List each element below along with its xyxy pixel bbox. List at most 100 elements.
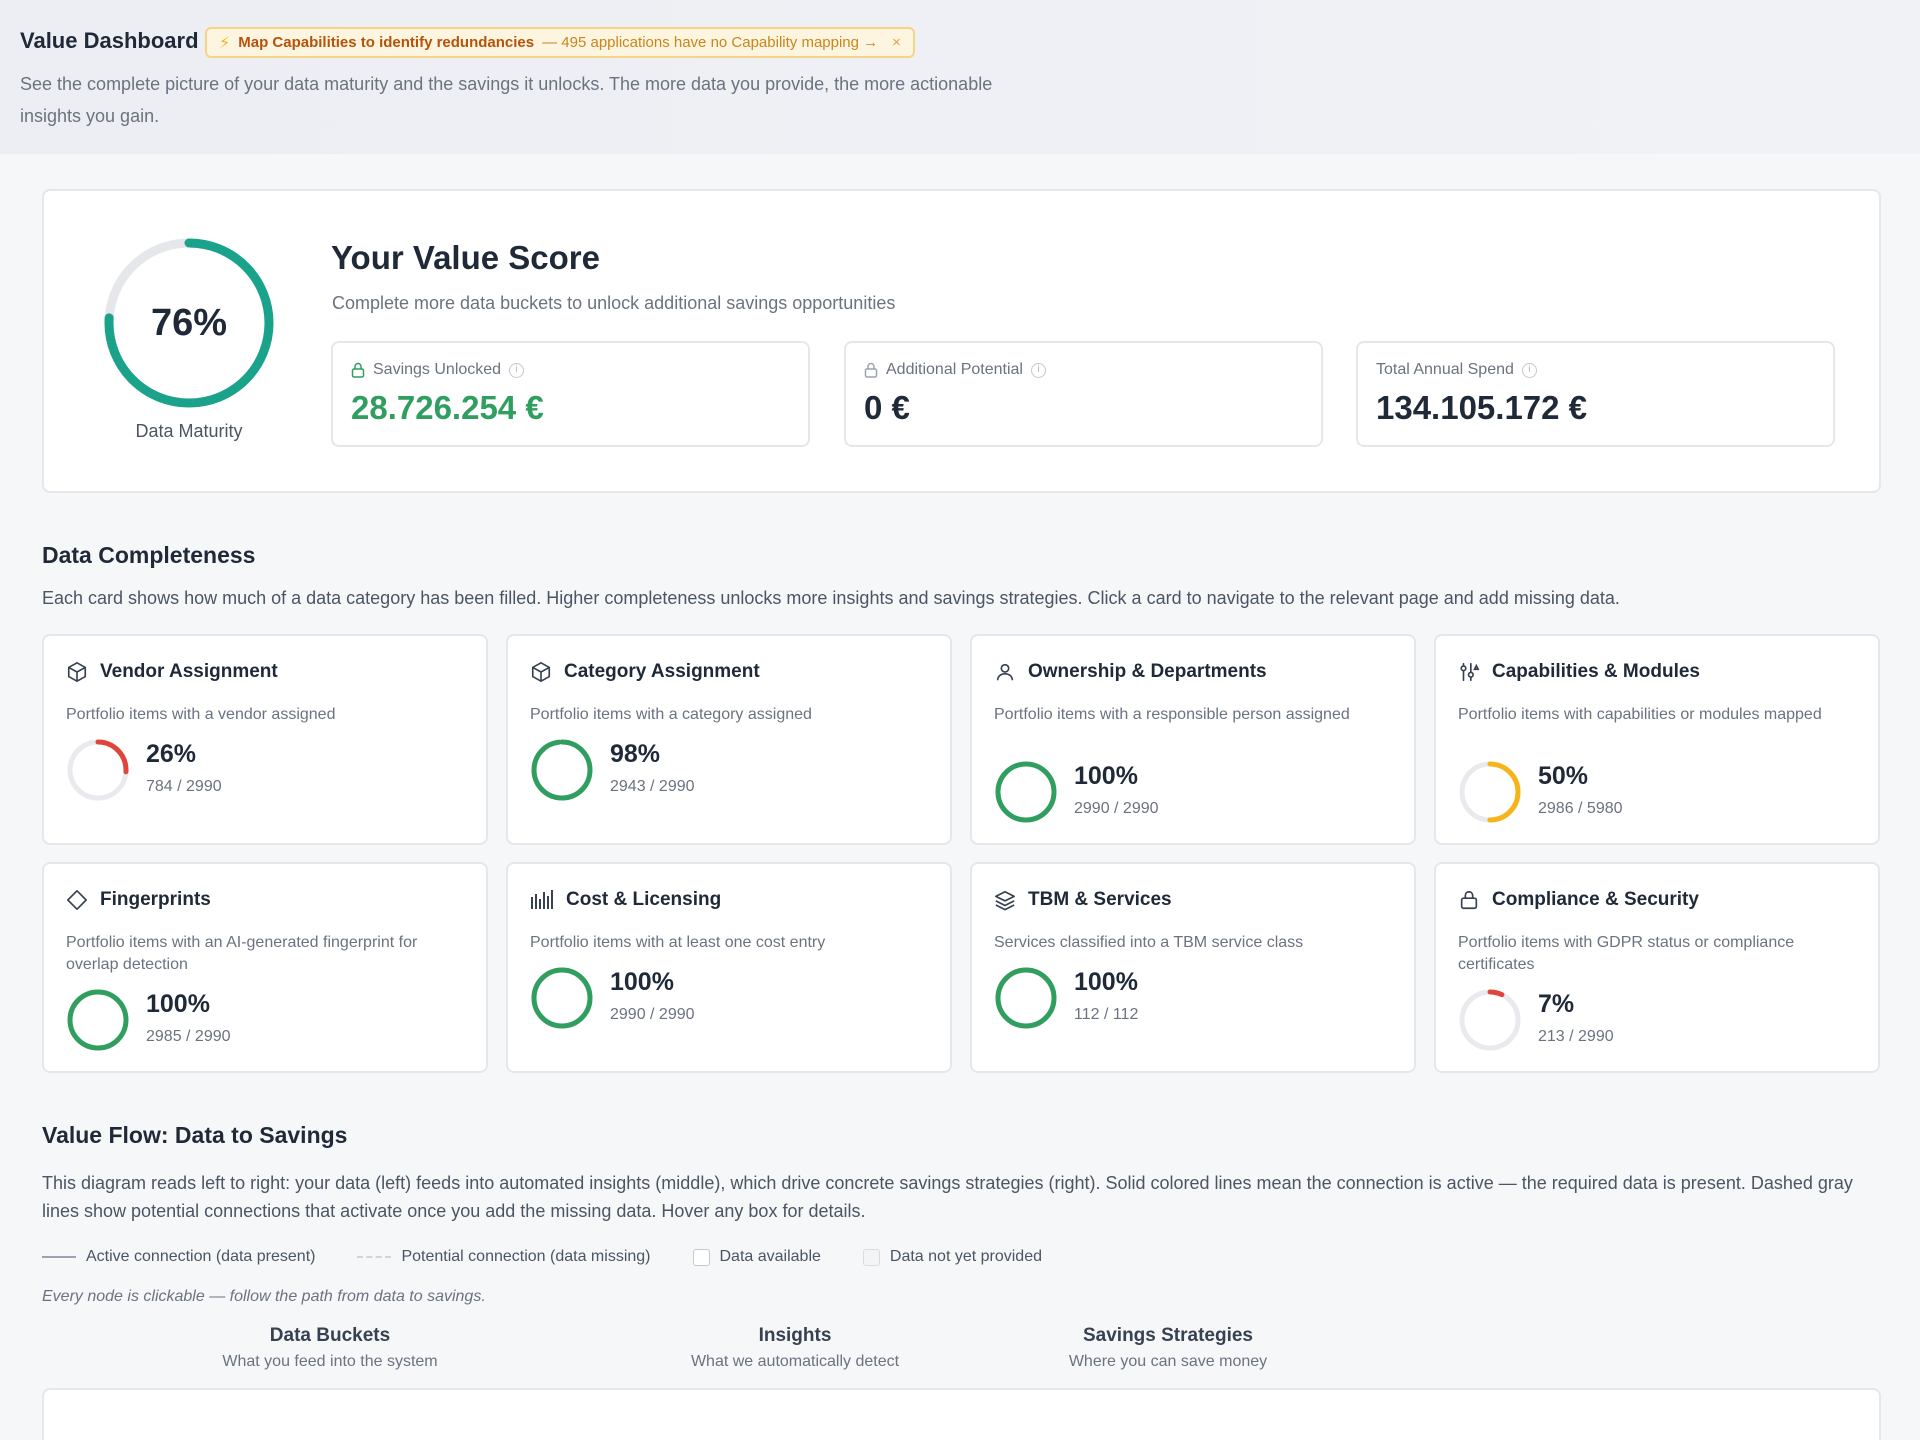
card-count: 784 / 2990 (146, 778, 222, 795)
card-percent: 100% (1074, 762, 1138, 790)
completeness-description: Each card shows how much of a data categ… (42, 588, 1620, 608)
column-data-buckets: Data Buckets What you feed into the syst… (180, 1325, 480, 1371)
completeness-ring (994, 760, 1058, 824)
card-description: Portfolio items with a responsible perso… (994, 706, 1350, 723)
capability-notice-banner[interactable]: ⚡ Map Capabilities to identify redundanc… (205, 27, 915, 58)
lock-icon (864, 362, 878, 378)
column-title: Insights (758, 1325, 832, 1346)
notice-title[interactable]: Map Capabilities to identify redundancie… (238, 34, 534, 51)
legend-not-provided: Data not yet provided (889, 1248, 1042, 1265)
value-score-title: Your Value Score (331, 239, 600, 276)
info-icon[interactable]: i (1521, 362, 1537, 378)
lightning-icon: ⚡ (219, 34, 231, 52)
card-percent: 100% (146, 990, 210, 1018)
box-icon (66, 661, 88, 683)
card-header: Cost & Licensing (530, 889, 721, 911)
card-title: Vendor Assignment (100, 661, 278, 682)
completeness-ring (1458, 988, 1522, 1052)
card-title: Ownership & Departments (1028, 661, 1267, 682)
box-icon (530, 661, 552, 683)
card-header: Compliance & Security (1458, 889, 1699, 911)
card-count: 2943 / 2990 (610, 778, 695, 795)
completeness-card-fingerprints[interactable]: Fingerprints Portfolio items with an AI-g… (42, 862, 488, 1073)
page-header: Value Dashboard ⚡ Map Capabilities to id… (0, 0, 1920, 154)
available-swatch (692, 1248, 710, 1266)
metric-label: Savings Unlocked (373, 361, 502, 378)
metric-label: Additional Potential (886, 361, 1023, 378)
lock-icon (1458, 889, 1480, 911)
card-percent: 26% (146, 740, 197, 768)
card-title: Category Assignment (564, 661, 760, 682)
info-icon[interactable]: i (1030, 362, 1046, 378)
lock-icon (351, 362, 365, 378)
legend-available: Data available (719, 1248, 821, 1265)
card-description: Services classified into a TBM service c… (994, 934, 1304, 951)
card-percent: 100% (610, 968, 674, 996)
completeness-card-tbm-services[interactable]: TBM & Services Services classified into a… (970, 862, 1416, 1073)
info-icon[interactable]: i (509, 362, 525, 378)
column-subtitle: Where you can save money (1068, 1353, 1268, 1370)
legend-potential: Potential connection (data missing) (401, 1248, 651, 1265)
card-title: TBM & Services (1028, 889, 1172, 910)
card-description: Portfolio items with a vendor assigned (66, 706, 336, 723)
card-header: Vendor Assignment (66, 661, 278, 683)
card-percent: 7% (1538, 990, 1575, 1018)
solid-line-swatch (42, 1256, 76, 1258)
card-header: Fingerprints (66, 889, 211, 911)
page-title: Value Dashboard (20, 28, 199, 53)
metric-value: 0 € (864, 389, 910, 426)
close-icon[interactable]: × (892, 34, 901, 51)
card-description: Portfolio items with an AI-generated fin… (66, 934, 418, 973)
column-insights: Insights What we automatically detect (645, 1325, 945, 1371)
column-title: Savings Strategies (1082, 1325, 1254, 1346)
value-flow-description: This diagram reads left to right: your d… (42, 1173, 1853, 1221)
card-count: 2990 / 2990 (610, 1006, 695, 1023)
card-percent: 50% (1538, 762, 1589, 790)
flow-hint: Every node is clickable — follow the pat… (42, 1288, 486, 1305)
completeness-ring (994, 966, 1058, 1030)
user-icon (994, 661, 1016, 683)
notice-detail[interactable]: — 495 applications have no Capability ma… (542, 34, 878, 51)
card-percent: 100% (1074, 968, 1138, 996)
completeness-ring (66, 738, 130, 802)
metric-value: 28.726.254 € (351, 389, 544, 426)
card-count: 213 / 2990 (1538, 1028, 1614, 1045)
dashed-line-swatch (357, 1256, 392, 1258)
card-count: 112 / 112 (1074, 1006, 1139, 1023)
value-flow-title: Value Flow: Data to Savings (42, 1122, 348, 1148)
legend-active: Active connection (data present) (86, 1248, 316, 1265)
column-subtitle: What you feed into the system (222, 1353, 438, 1370)
completeness-card-cost-licensing[interactable]: Cost & Licensing Portfolio items with at … (506, 862, 952, 1073)
card-description: Portfolio items with a category assigned (530, 706, 812, 723)
card-header: TBM & Services (994, 889, 1172, 911)
card-title: Capabilities & Modules (1492, 661, 1700, 682)
maturity-label: Data Maturity (135, 421, 243, 441)
completeness-card-ownership-departments[interactable]: Ownership & Departments Portfolio items w… (970, 634, 1416, 845)
page-subtitle: See the complete picture of your data ma… (20, 74, 993, 126)
column-title: Data Buckets (269, 1325, 391, 1346)
value-flow-diagram[interactable] (42, 1388, 1881, 1440)
completeness-ring (530, 738, 594, 802)
card-description: Portfolio items with GDPR status or comp… (1458, 934, 1795, 973)
bars-icon (530, 889, 554, 911)
card-count: 2986 / 5980 (1538, 800, 1623, 817)
completeness-card-vendor-assignment[interactable]: Vendor Assignment Portfolio items with a … (42, 634, 488, 845)
column-savings-strategies: Savings Strategies Where you can save mo… (1018, 1325, 1318, 1371)
card-description: Portfolio items with at least one cost e… (530, 934, 826, 951)
completeness-card-compliance-security[interactable]: Compliance & Security Portfolio items wit… (1434, 862, 1880, 1073)
value-score-card: 76% Data Maturity Your Value Score Compl… (42, 189, 1881, 493)
sliders-icon (1458, 661, 1480, 683)
layers-icon (994, 889, 1016, 911)
completeness-card-capabilities-modules[interactable]: Capabilities & Modules Portfolio items wi… (1434, 634, 1880, 845)
metric-value: 134.105.172 € (1376, 389, 1588, 426)
maturity-percent: 76% (150, 301, 228, 344)
metric-savings-unlocked: Savings Unlocked i 28.726.254 € (331, 341, 810, 447)
metric-additional-potential: Additional Potential i 0 € (844, 341, 1323, 447)
card-header: Ownership & Departments (994, 661, 1267, 683)
column-subtitle: What we automatically detect (690, 1353, 900, 1370)
card-count: 2985 / 2990 (146, 1028, 231, 1045)
completeness-ring (1458, 760, 1522, 824)
completeness-card-category-assignment[interactable]: Category Assignment Portfolio items with … (506, 634, 952, 845)
metric-total-annual-spend: Total Annual Spend i 134.105.172 € (1356, 341, 1835, 447)
card-header: Capabilities & Modules (1458, 661, 1700, 683)
